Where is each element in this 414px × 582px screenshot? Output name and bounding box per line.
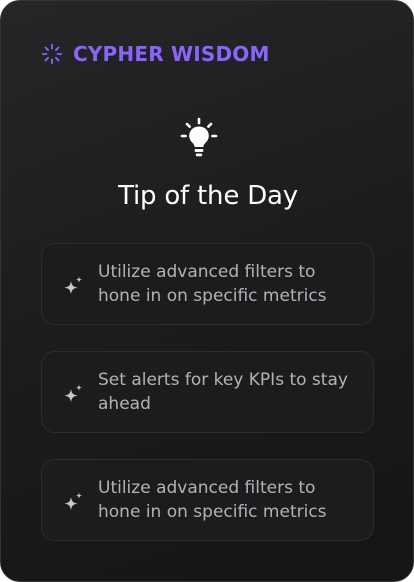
sparkle-icon	[62, 491, 84, 513]
sparkle-icon	[62, 383, 84, 405]
lightbulb-icon	[179, 117, 219, 159]
tip-item: Utilize advanced filters to hone in on s…	[41, 459, 374, 541]
tip-text: Set alerts for key KPIs to stay ahead	[98, 370, 348, 414]
tip-item: Set alerts for key KPIs to stay ahead	[41, 351, 374, 433]
loader-icon	[41, 43, 63, 65]
tip-text: Utilize advanced filters to hone in on s…	[98, 478, 327, 522]
sparkle-icon	[62, 275, 84, 297]
brand-header: CYPHER WISDOM	[41, 41, 270, 67]
tip-text: Utilize advanced filters to hone in on s…	[98, 262, 327, 306]
brand-title: CYPHER WISDOM	[73, 42, 270, 66]
tip-of-the-day-card: CYPHER WISDOM Tip of the Day Utilize adv…	[0, 0, 414, 582]
tip-item: Utilize advanced filters to hone in on s…	[41, 243, 374, 325]
tip-of-the-day-title: Tip of the Day	[118, 181, 298, 211]
